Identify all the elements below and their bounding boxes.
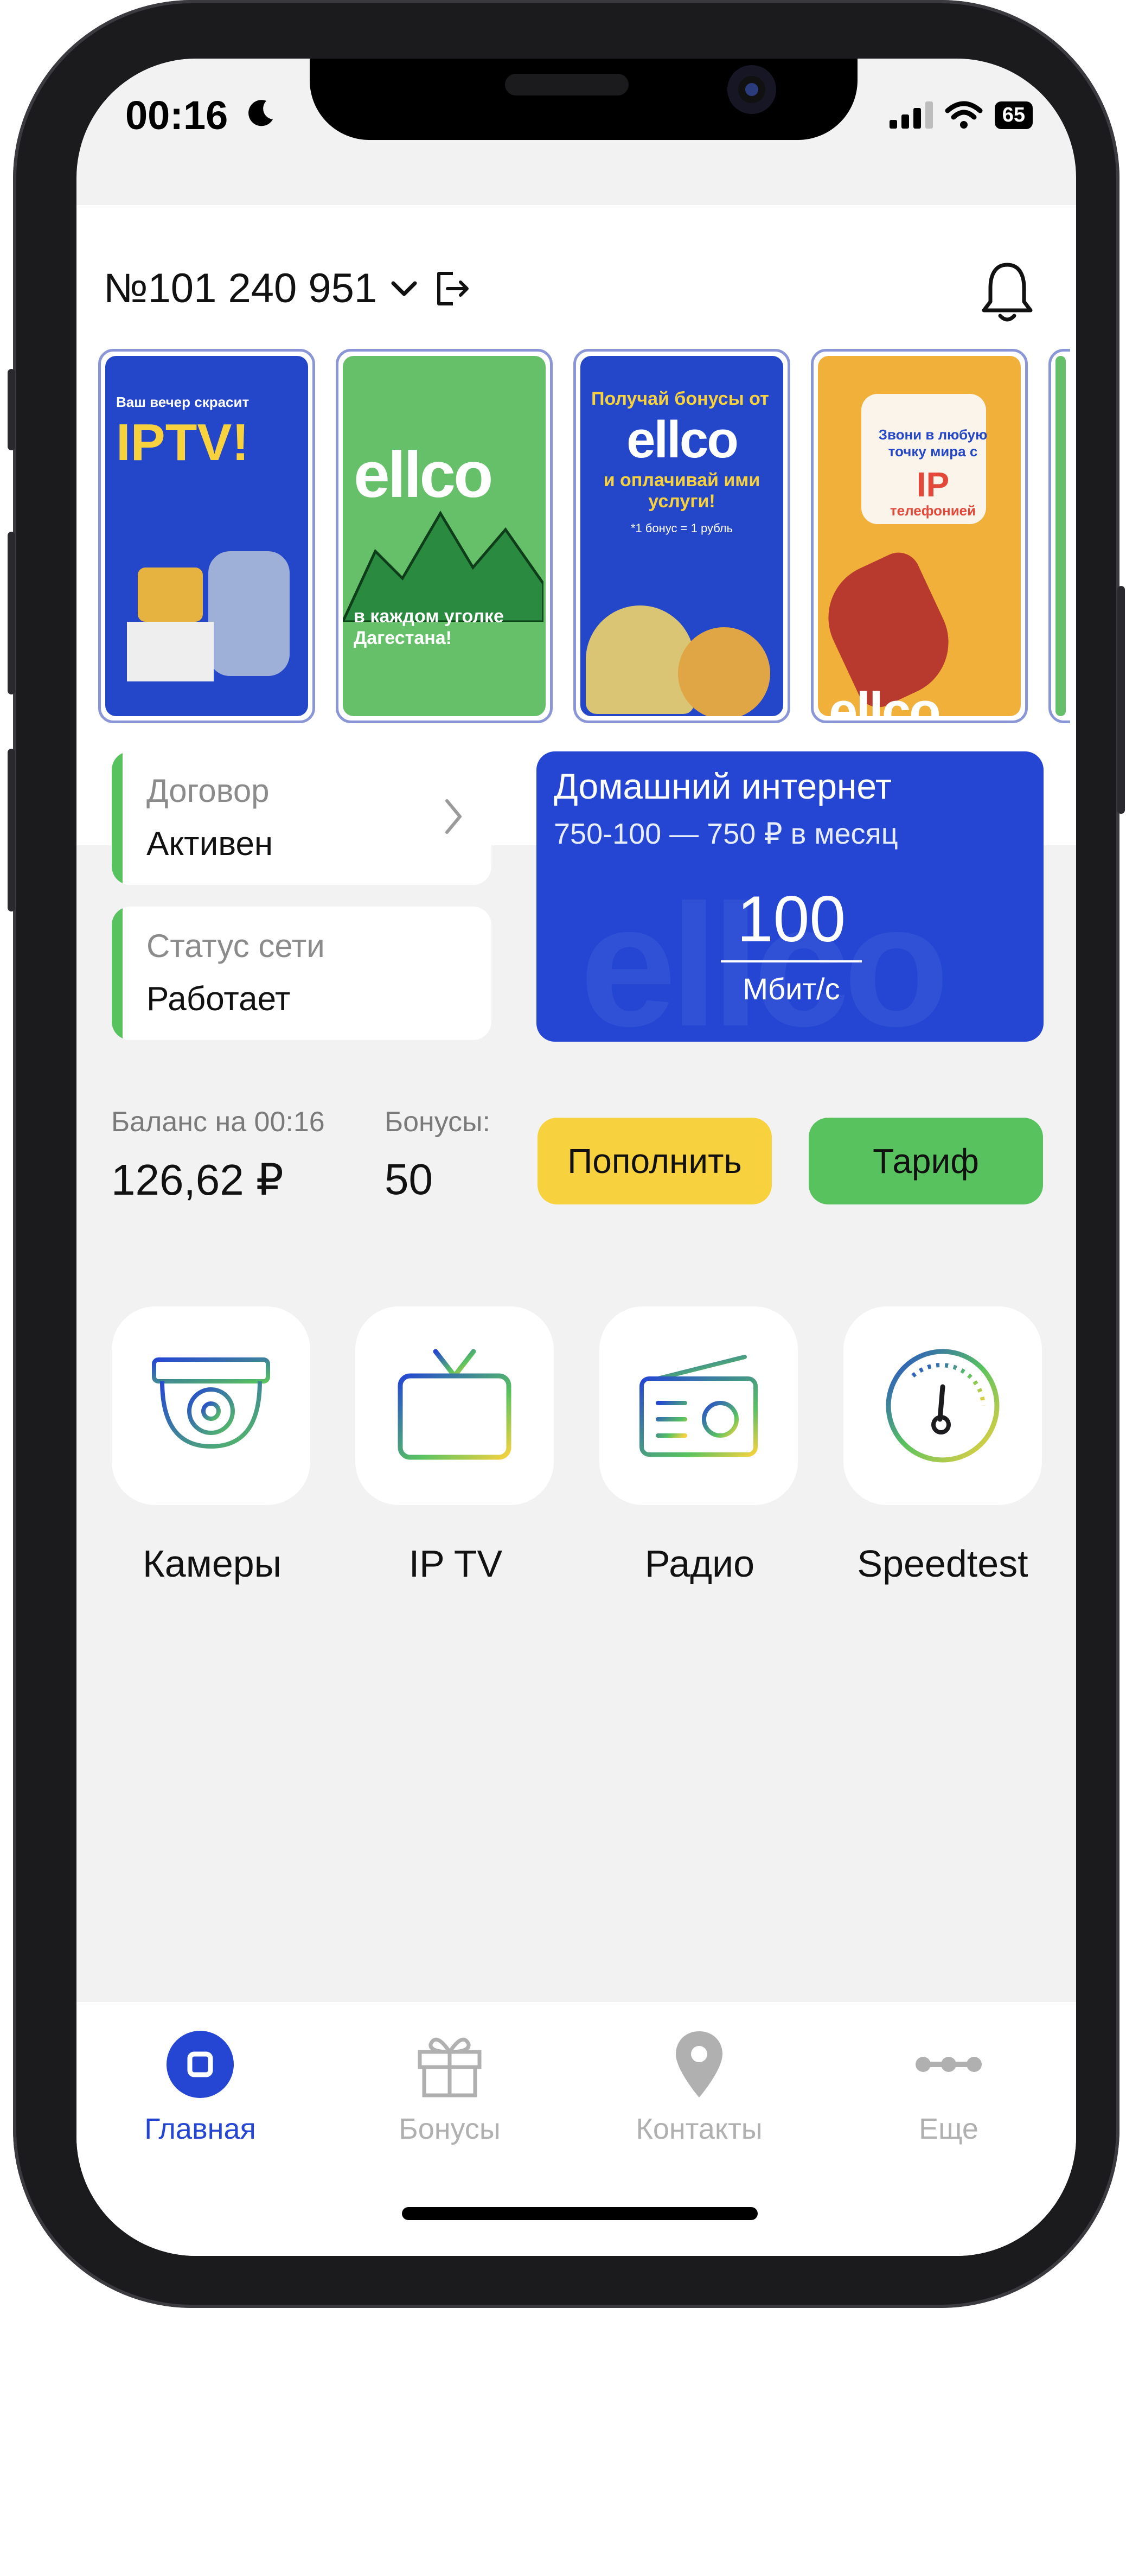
tab-bonuses[interactable]: Бонусы bbox=[336, 2029, 564, 2146]
tab-home[interactable]: Главная bbox=[86, 2029, 314, 2146]
story-card[interactable]: Звони в любую точку мира с IP телефонией… bbox=[811, 349, 1028, 723]
chevron-right-icon bbox=[445, 799, 462, 834]
phone-frame: 00:16 65 №101 240 951 Ваш вечер скрасит … bbox=[8, 0, 1125, 2308]
mountains-illustration bbox=[343, 511, 543, 622]
plan-speed-unit: Мбит/с bbox=[743, 972, 840, 1006]
contract-status: Активен bbox=[146, 825, 273, 863]
table-illustration bbox=[127, 622, 214, 681]
story-line: Получай бонусы от bbox=[591, 388, 769, 409]
tab-more-label: Еще bbox=[919, 2113, 978, 2145]
speedtest-tile[interactable] bbox=[843, 1306, 1042, 1505]
chevron-down-icon bbox=[391, 281, 417, 296]
story-note: *1 бонус = 1 рубль bbox=[630, 521, 733, 535]
story-accent: IP bbox=[916, 465, 950, 504]
plan-title: Домашний интернет bbox=[554, 766, 892, 806]
wifi-icon bbox=[945, 101, 983, 129]
plan-speed: 100 bbox=[737, 883, 846, 955]
network-status-card: Статус сети Работает bbox=[112, 907, 491, 1040]
contract-label: Договор bbox=[146, 773, 270, 809]
speedtest-label: Speedtest bbox=[857, 1542, 1028, 1585]
moon-icon bbox=[248, 100, 273, 126]
gift-icon bbox=[418, 2037, 482, 2097]
tab-home-label: Главная bbox=[144, 2113, 256, 2145]
story-card[interactable]: ellco в каждом уголке Дагестана! bbox=[336, 349, 553, 723]
tab-more[interactable]: Еще bbox=[835, 2029, 1063, 2146]
network-status: Работает bbox=[146, 980, 291, 1018]
power-button bbox=[1117, 586, 1125, 814]
tv-icon bbox=[398, 1349, 511, 1460]
status-indicators: 65 bbox=[889, 101, 1033, 129]
stories-carousel[interactable]: Ваш вечер скрасит IPTV! ellco в каждом у… bbox=[98, 349, 1070, 723]
dynamic-notch bbox=[310, 59, 858, 140]
iptv-tile[interactable] bbox=[355, 1306, 554, 1505]
story-title: IPTV! bbox=[116, 413, 249, 471]
speedometer-icon bbox=[886, 1349, 1000, 1463]
balance-value: 126,62 ₽ bbox=[111, 1156, 284, 1204]
tariff-button[interactable]: Тариф bbox=[809, 1118, 1043, 1204]
header-section: №101 240 951 Ваш вечер скрасит IPTV! ell… bbox=[76, 205, 1076, 845]
mute-switch bbox=[8, 369, 15, 450]
bell-icon[interactable] bbox=[977, 259, 1037, 324]
contract-card[interactable]: Договор Активен bbox=[112, 751, 491, 885]
cameras-label: Камеры bbox=[142, 1542, 282, 1585]
radio-icon bbox=[639, 1355, 758, 1457]
front-camera bbox=[727, 65, 776, 114]
speed-divider bbox=[721, 960, 862, 962]
signal-icon bbox=[889, 101, 933, 129]
plan-card[interactable]: ellco Домашний интернет 750-100 — 750 ₽ … bbox=[536, 751, 1044, 1042]
status-time: 00:16 bbox=[125, 93, 228, 138]
tab-contacts[interactable]: Контакты bbox=[585, 2029, 813, 2146]
story-card[interactable]: Получай бонусы от ellco и оплачивай ими … bbox=[573, 349, 790, 723]
account-selector[interactable]: №101 240 951 bbox=[104, 265, 472, 312]
story-line: телефонией bbox=[890, 502, 976, 519]
battery-indicator: 65 bbox=[994, 101, 1033, 129]
radio-label: Радио bbox=[644, 1542, 755, 1585]
story-line: Звони в любую точку мира с bbox=[878, 426, 988, 460]
location-pin-icon bbox=[676, 2031, 722, 2097]
earpiece-speaker bbox=[505, 74, 629, 95]
tab-contacts-label: Контакты bbox=[636, 2113, 763, 2145]
story-subtitle: Ваш вечер скрасит bbox=[116, 394, 249, 410]
more-icon bbox=[916, 2057, 982, 2072]
coin-dollar-illustration bbox=[678, 627, 770, 716]
home-icon bbox=[167, 2031, 234, 2098]
radio-tile[interactable] bbox=[599, 1306, 798, 1505]
tab-bonuses-label: Бонусы bbox=[399, 2113, 501, 2145]
balance-label: Баланс на 00:16 bbox=[111, 1106, 325, 1138]
story-line: и оплачивай ими услуги! bbox=[603, 470, 760, 512]
story-card[interactable]: Ваш вечер скрасит IPTV! bbox=[98, 349, 315, 723]
app-screen: 00:16 65 №101 240 951 Ваш вечер скрасит … bbox=[76, 59, 1076, 2256]
volume-down-button bbox=[8, 749, 15, 911]
account-number: №101 240 951 bbox=[104, 265, 378, 311]
story-brand: ellco bbox=[829, 682, 941, 716]
bonuses-label: Бонусы: bbox=[385, 1106, 490, 1138]
tv-illustration bbox=[138, 568, 203, 622]
topup-button[interactable]: Пополнить bbox=[538, 1118, 772, 1204]
armchair-illustration bbox=[208, 551, 290, 676]
network-label: Статус сети bbox=[146, 928, 325, 964]
bonuses-value: 50 bbox=[385, 1155, 433, 1203]
cameras-tile[interactable] bbox=[112, 1306, 310, 1505]
logout-icon[interactable] bbox=[431, 268, 472, 309]
home-indicator[interactable] bbox=[402, 2207, 758, 2220]
story-brand: ellco bbox=[626, 411, 739, 469]
camera-icon bbox=[152, 1357, 270, 1449]
coins-illustration bbox=[586, 605, 694, 714]
iptv-label: IP TV bbox=[408, 1542, 503, 1585]
plan-price: 750-100 — 750 ₽ в месяц bbox=[554, 818, 898, 850]
story-caption: в каждом уголке Дагестана! bbox=[354, 606, 504, 648]
volume-up-button bbox=[8, 532, 15, 694]
story-card-partial[interactable] bbox=[1048, 349, 1070, 723]
